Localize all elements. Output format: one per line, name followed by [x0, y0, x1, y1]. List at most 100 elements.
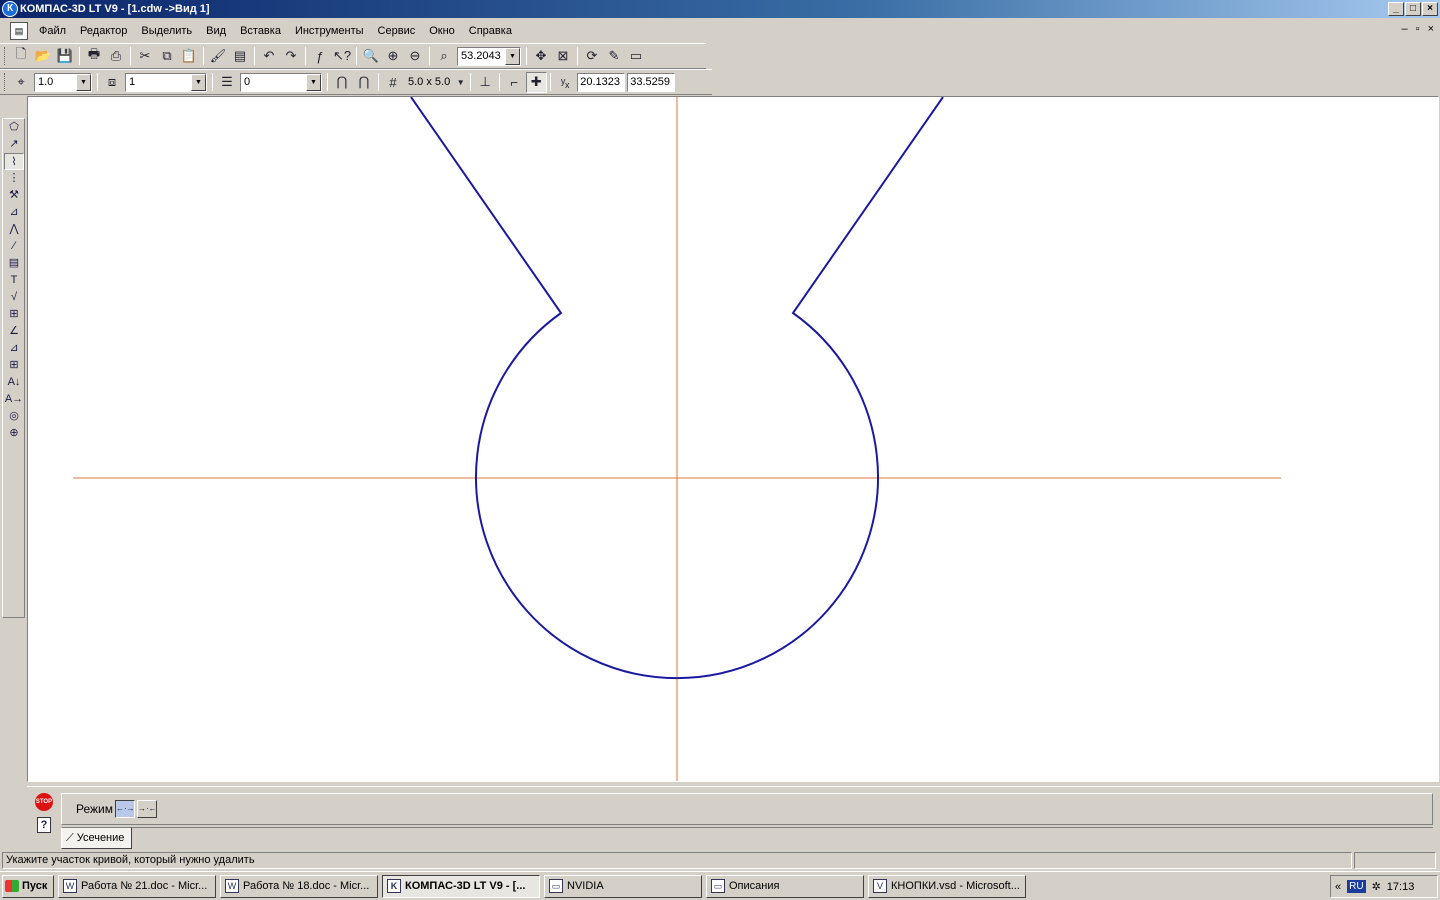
zoom-in-icon[interactable]: ⊕ [383, 46, 404, 67]
print-icon[interactable]: 🖶 [84, 46, 105, 67]
style-value[interactable]: 0 [241, 74, 306, 91]
layers-icon[interactable]: ☰ [217, 72, 238, 93]
step-icon[interactable]: ⌖ [11, 72, 32, 93]
clock[interactable]: 17:13 [1387, 881, 1415, 893]
associative-view-icon[interactable]: ⁄ [4, 238, 24, 255]
copy-icon[interactable]: ⧉ [157, 46, 178, 67]
redo-icon[interactable]: ↷ [281, 46, 302, 67]
doc-minimize-button[interactable]: – [1402, 23, 1408, 35]
taskbar-item-word-21[interactable]: W Работа № 21.doc - Micr... [58, 874, 216, 898]
document-icon[interactable]: ▤ [10, 22, 28, 40]
open-folder-icon[interactable]: 📂 [33, 46, 54, 67]
ortho-icon[interactable]: ⌐ [504, 72, 525, 93]
cut-line-icon[interactable]: ◎ [4, 408, 24, 425]
roughness-icon[interactable]: √ [4, 289, 24, 306]
select-icon[interactable]: ⋀ [4, 221, 24, 238]
snap-local-icon[interactable]: ⋂ [354, 72, 375, 93]
tray-chevron-icon[interactable]: « [1335, 881, 1341, 893]
save-icon[interactable]: 💾 [55, 46, 76, 67]
layer-combo[interactable]: 1 ▼ [125, 72, 207, 92]
text-icon[interactable]: T [4, 272, 24, 289]
close-button[interactable]: × [1422, 2, 1438, 16]
menu-file[interactable]: Файл [32, 25, 73, 37]
style-combo[interactable]: 0 ▼ [240, 72, 322, 92]
menu-service[interactable]: Сервис [371, 25, 423, 37]
help-icon[interactable]: ? [37, 817, 51, 833]
local-cs-icon[interactable]: ⊥ [475, 72, 496, 93]
cursor-snap-icon[interactable]: ✚ [525, 71, 547, 93]
coord-x-field[interactable]: 20.1323 [577, 72, 626, 92]
paste-icon[interactable]: 📋 [179, 46, 200, 67]
layer-value[interactable]: 1 [126, 74, 191, 91]
undo-icon[interactable]: ↶ [259, 46, 280, 67]
taskbar-item-word-18[interactable]: W Работа № 18.doc - Micr... [220, 874, 378, 898]
minimize-button[interactable]: _ [1388, 2, 1404, 16]
zoom-out-icon[interactable]: ⊖ [405, 46, 426, 67]
taskbar-item-kompas[interactable]: K КОМПАС-3D LT V9 - [... [382, 874, 540, 898]
doc-restore-button[interactable]: ▫ [1416, 23, 1420, 35]
brush-icon[interactable]: ✎ [604, 46, 625, 67]
chevron-down-icon[interactable]: ▼ [191, 73, 206, 91]
toolbar-grip[interactable] [4, 47, 7, 65]
refresh-icon[interactable]: ⟳ [582, 46, 603, 67]
zoom-window-icon[interactable]: ⌕ [434, 46, 455, 67]
chevron-down-icon[interactable]: ▼ [76, 73, 91, 91]
new-document-icon[interactable]: 🗋 [11, 46, 32, 67]
center-mark-icon[interactable]: ⊕ [4, 425, 24, 442]
menu-select[interactable]: Выделить [134, 25, 199, 37]
zoom-icon[interactable]: 🔍 [361, 46, 382, 67]
taskbar-item-descriptions[interactable]: ▭ Описания [706, 874, 864, 898]
menu-view[interactable]: Вид [199, 25, 233, 37]
measure-icon[interactable]: ⊿ [4, 204, 24, 221]
viewarrow-icon[interactable]: A→ [4, 391, 24, 408]
coord-y-field[interactable]: 33.5259 [627, 72, 676, 92]
parametrization-icon[interactable]: ⋮ [4, 170, 24, 187]
menu-help[interactable]: Справка [462, 25, 519, 37]
start-button[interactable]: Пуск [2, 874, 54, 898]
dimensions-icon[interactable]: ↗ [4, 136, 24, 153]
drawing-svg[interactable] [28, 97, 1439, 782]
base-icon[interactable]: ⊞ [4, 306, 24, 323]
doc-close-button[interactable]: × [1428, 23, 1434, 35]
print-preview-icon[interactable]: ⎙ [106, 46, 127, 67]
spec-icon[interactable]: ▤ [4, 255, 24, 272]
fit-view-icon[interactable]: ⊠ [553, 46, 574, 67]
menu-tools[interactable]: Инструменты [288, 25, 371, 37]
trim-between-points-icon[interactable]: →·← [137, 800, 157, 818]
variables-icon[interactable]: ƒ [310, 46, 331, 67]
step-value[interactable]: 1.0 [35, 74, 76, 91]
pan-icon[interactable]: ✥ [531, 46, 552, 67]
menu-insert[interactable]: Вставка [233, 25, 288, 37]
leader-icon[interactable]: ∠ [4, 323, 24, 340]
language-indicator[interactable]: RU [1347, 880, 1366, 893]
hammer-icon[interactable]: ⚒ [4, 187, 24, 204]
grid-icon[interactable]: # [383, 72, 404, 93]
table-icon[interactable]: ⊞ [4, 357, 24, 374]
zoom-combo[interactable]: 53.2043 ▼ [457, 46, 521, 66]
taskbar-item-visio[interactable]: V КНОПКИ.vsd - Microsoft... [868, 874, 1026, 898]
tolerance-icon[interactable]: A↓ [4, 374, 24, 391]
grid-size[interactable]: 5.0 x 5.0 [404, 76, 454, 88]
current-layer-icon[interactable]: ⧈ [102, 72, 123, 93]
tab-trim[interactable]: ⟋ Усечение [61, 827, 133, 849]
geometry-icon[interactable]: ⬠ [4, 119, 24, 136]
cut-icon[interactable]: ✂ [135, 46, 156, 67]
kompas-app-icon[interactable]: К [2, 1, 18, 17]
zoom-value[interactable]: 53.2043 [458, 48, 505, 65]
manager-icon[interactable]: ▤ [230, 46, 251, 67]
chevron-down-icon[interactable]: ▼ [505, 47, 520, 65]
trim-segment-icon[interactable]: ←·→ [115, 800, 135, 818]
edit-icon[interactable]: ⌇ [4, 153, 24, 170]
taskbar-item-nvidia[interactable]: ▭ NVIDIA [544, 874, 702, 898]
antivirus-bug-icon[interactable]: ✲ [1372, 880, 1381, 893]
position-icon[interactable]: ⊿ [4, 340, 24, 357]
stop-icon[interactable]: STOP [35, 793, 53, 811]
help-pointer-icon[interactable]: ↖? [332, 46, 353, 67]
chevron-down-icon[interactable]: ▼ [306, 73, 321, 91]
drawing-canvas[interactable] [27, 96, 1439, 782]
snap-magnet-icon[interactable]: ⋂ [332, 72, 353, 93]
menu-editor[interactable]: Редактор [73, 25, 134, 37]
copy-properties-icon[interactable]: 🖌 [208, 46, 229, 67]
menu-window[interactable]: Окно [422, 25, 462, 37]
chevron-down-icon[interactable]: ▼ [455, 72, 467, 93]
